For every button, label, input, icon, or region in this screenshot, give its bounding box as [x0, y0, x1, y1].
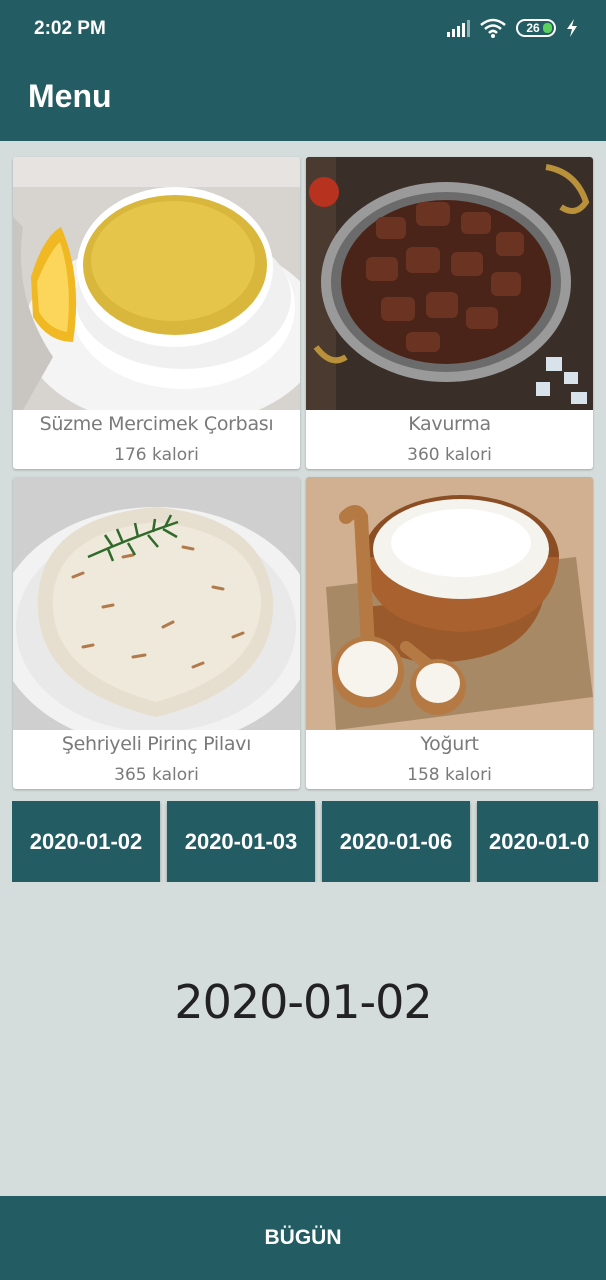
menu-item-calories: 365 kalori [114, 765, 199, 785]
menu-item-calories: 176 kalori [114, 445, 199, 465]
date-button[interactable]: 2020-01-06 [322, 801, 470, 882]
menu-item-card[interactable]: Kavurma 360 kalori [306, 157, 593, 469]
menu-item-name: Kavurma [408, 413, 491, 435]
battery-level [543, 23, 552, 33]
charging-bolt-icon [567, 19, 577, 37]
menu-item-name: Şehriyeli Pirinç Pilavı [61, 733, 252, 755]
menu-item-name: Süzme Mercimek Çorbası [39, 413, 274, 435]
wifi-icon [480, 18, 506, 38]
rice-pilaf-image [13, 477, 300, 730]
yogurt-image [306, 477, 593, 730]
menu-item-calories: 158 kalori [407, 765, 492, 785]
signal-icon [447, 19, 470, 37]
menu-item-card[interactable]: Süzme Mercimek Çorbası 176 kalori [13, 157, 300, 469]
date-button[interactable]: 2020-01-0 [477, 801, 598, 882]
date-button[interactable]: 2020-01-03 [167, 801, 315, 882]
status-bar: 2:02 PM 26 [0, 0, 606, 56]
battery-icon: 26 [516, 19, 556, 37]
menu-item-card[interactable]: Şehriyeli Pirinç Pilavı 365 kalori [13, 477, 300, 789]
kavurma-image [306, 157, 593, 410]
date-button[interactable]: 2020-01-02 [12, 801, 160, 882]
menu-item-calories: 360 kalori [407, 445, 492, 465]
selected-date: 2020-01-02 [174, 975, 432, 1029]
today-button[interactable]: BÜGÜN [0, 1196, 606, 1280]
lentil-soup-image [13, 157, 300, 410]
status-icons: 26 [447, 18, 578, 38]
app-bar: Menu [0, 56, 606, 141]
status-time: 2:02 PM [34, 18, 106, 39]
date-selector[interactable]: 2020-01-02 2020-01-03 2020-01-06 2020-01… [12, 801, 606, 882]
page-title: Menu [28, 78, 112, 114]
menu-item-name: Yoğurt [420, 733, 479, 755]
menu-item-card[interactable]: Yoğurt 158 kalori [306, 477, 593, 789]
battery-percent: 26 [526, 21, 540, 35]
